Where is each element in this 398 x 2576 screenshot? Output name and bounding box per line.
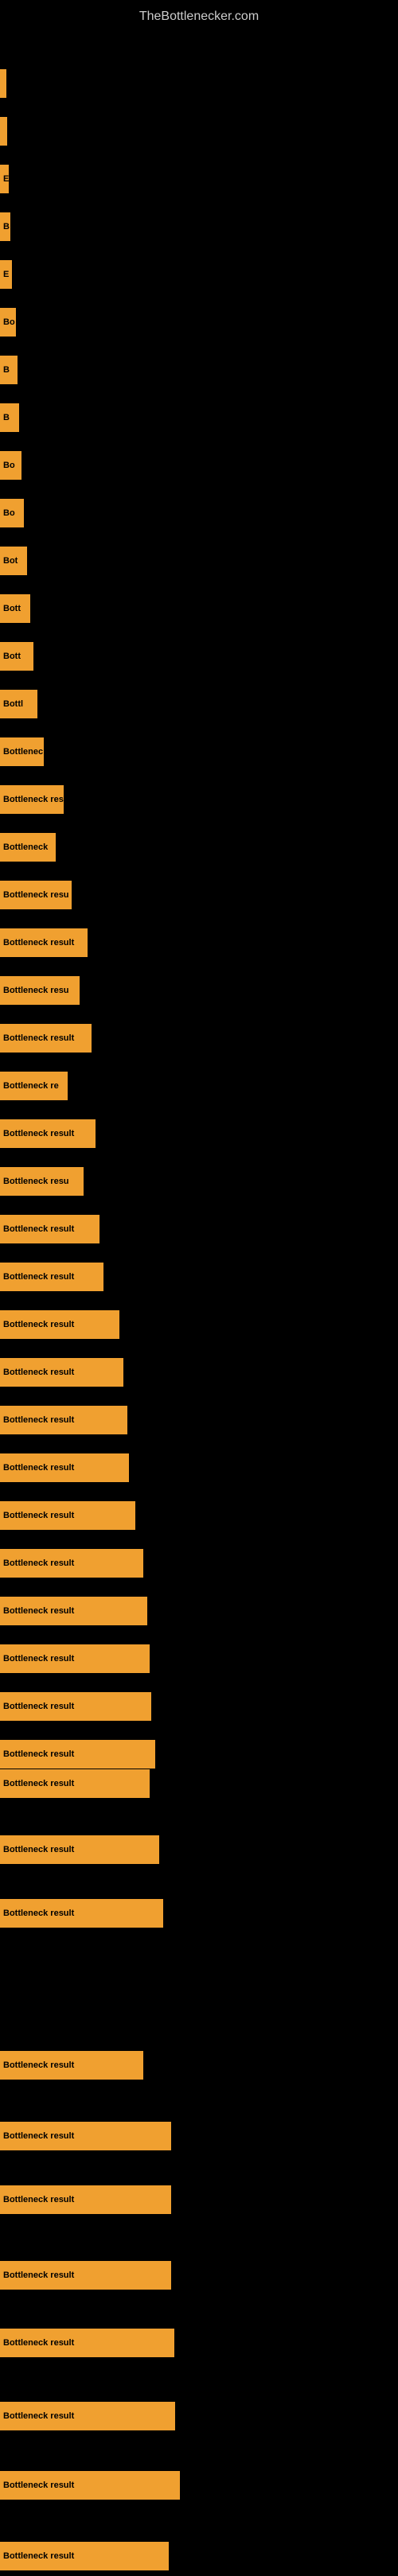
bar-row: Bottleneck result bbox=[0, 1496, 398, 1535]
bar-row bbox=[0, 64, 398, 103]
bar-row: Bott bbox=[0, 636, 398, 676]
site-title: TheBottlenecker.com bbox=[0, 3, 398, 30]
result-bar: Bottl bbox=[0, 690, 37, 718]
bar-row: B bbox=[0, 207, 398, 247]
bar-row: Bottleneck result bbox=[0, 1543, 398, 1583]
bar-row: Bottleneck result bbox=[0, 1830, 398, 1870]
result-bar: Bottleneck result bbox=[0, 1453, 129, 1482]
bar-row: E bbox=[0, 159, 398, 199]
bar-row: Bottleneck result bbox=[0, 1400, 398, 1440]
bar-row: B bbox=[0, 398, 398, 438]
bar-row: Bottleneck result bbox=[0, 2180, 398, 2220]
bar-row: Bottleneck result bbox=[0, 2465, 398, 2505]
bar-row: Bottleneck resu bbox=[0, 971, 398, 1010]
result-bar: Bottleneck res bbox=[0, 785, 64, 814]
result-bar: Bottleneck resu bbox=[0, 881, 72, 909]
result-bar: E bbox=[0, 165, 9, 193]
result-bar: Bottleneck result bbox=[0, 2122, 171, 2150]
result-bar: Bottleneck result bbox=[0, 2329, 174, 2357]
result-bar: Bottleneck result bbox=[0, 1501, 135, 1530]
result-bar: Bott bbox=[0, 594, 30, 623]
bar-row: Bottleneck result bbox=[0, 1893, 398, 1933]
result-bar: Bottleneck result bbox=[0, 1644, 150, 1673]
bar-row: Bottleneck resu bbox=[0, 1162, 398, 1201]
bar-row: Bottleneck res bbox=[0, 780, 398, 819]
bar-row: Bottlenec bbox=[0, 732, 398, 772]
result-bar: Bottleneck result bbox=[0, 2402, 175, 2430]
result-bar: Bottleneck result bbox=[0, 1358, 123, 1387]
result-bar bbox=[0, 117, 7, 146]
bar-row: B bbox=[0, 350, 398, 390]
result-bar: Bottleneck result bbox=[0, 1024, 92, 1053]
bar-row: E bbox=[0, 255, 398, 294]
bar-row: Bottleneck result bbox=[0, 1018, 398, 1058]
bar-row: Bott bbox=[0, 589, 398, 628]
result-bar: Bottleneck result bbox=[0, 2261, 171, 2290]
bar-row: Bottleneck result bbox=[0, 2116, 398, 2156]
result-bar: Bottleneck result bbox=[0, 1899, 163, 1928]
bar-row: Bottleneck result bbox=[0, 2396, 398, 2436]
bar-row: Bottleneck result bbox=[0, 2323, 398, 2363]
bar-row: Bottleneck result bbox=[0, 1639, 398, 1679]
result-bar: Bott bbox=[0, 642, 33, 671]
result-bar: Bottleneck result bbox=[0, 1549, 143, 1578]
result-bar: Bot bbox=[0, 547, 27, 575]
bar-row: Bottleneck result bbox=[0, 1114, 398, 1154]
bar-row: Bo bbox=[0, 493, 398, 533]
bar-row: Bottleneck result bbox=[0, 1591, 398, 1631]
result-bar: Bo bbox=[0, 308, 16, 337]
result-bar: Bottlenec bbox=[0, 737, 44, 766]
result-bar: Bottleneck resu bbox=[0, 1167, 84, 1196]
result-bar: Bottleneck result bbox=[0, 1119, 96, 1148]
result-bar: Bottleneck result bbox=[0, 2185, 171, 2214]
result-bar: Bottleneck result bbox=[0, 2542, 169, 2570]
result-bar: Bottleneck result bbox=[0, 928, 88, 957]
bar-row: Bottl bbox=[0, 684, 398, 724]
bar-row: Bottleneck result bbox=[0, 2045, 398, 2085]
bar-row: Bo bbox=[0, 302, 398, 342]
bar-row: Bottleneck result bbox=[0, 923, 398, 963]
bar-row: Bottleneck bbox=[0, 827, 398, 867]
result-bar: B bbox=[0, 403, 19, 432]
bar-row: Bottleneck resu bbox=[0, 875, 398, 915]
result-bar: Bottleneck bbox=[0, 833, 56, 862]
bar-row: Bottleneck result bbox=[0, 1448, 398, 1488]
bar-row: Bottleneck re bbox=[0, 1066, 398, 1106]
result-bar: Bottleneck result bbox=[0, 2051, 143, 2080]
result-bar: Bottleneck result bbox=[0, 1769, 150, 1798]
bar-row: Bottleneck result bbox=[0, 1305, 398, 1344]
result-bar: Bottleneck result bbox=[0, 1263, 103, 1291]
bar-row: Bottleneck result bbox=[0, 1257, 398, 1297]
result-bar: Bo bbox=[0, 499, 24, 527]
bar-row: Bottleneck result bbox=[0, 1687, 398, 1726]
result-bar: Bo bbox=[0, 451, 21, 480]
result-bar: E bbox=[0, 260, 12, 289]
bar-row: Bottleneck result bbox=[0, 1764, 398, 1804]
bar-row: Bottleneck result bbox=[0, 1352, 398, 1392]
bar-row: Bot bbox=[0, 541, 398, 581]
bar-row bbox=[0, 111, 398, 151]
bar-row: Bottleneck result bbox=[0, 2536, 398, 2576]
result-bar: Bottleneck result bbox=[0, 1692, 151, 1721]
bar-row: Bottleneck result bbox=[0, 1209, 398, 1249]
bar-row: Bottleneck result bbox=[0, 2255, 398, 2295]
bar-row: Bo bbox=[0, 446, 398, 485]
result-bar: Bottleneck re bbox=[0, 1072, 68, 1100]
result-bar: Bottleneck result bbox=[0, 1597, 147, 1625]
result-bar bbox=[0, 69, 6, 98]
result-bar: Bottleneck result bbox=[0, 1835, 159, 1864]
result-bar: Bottleneck result bbox=[0, 1310, 119, 1339]
result-bar: Bottleneck resu bbox=[0, 976, 80, 1005]
result-bar: B bbox=[0, 212, 10, 241]
result-bar: Bottleneck result bbox=[0, 2471, 180, 2500]
result-bar: Bottleneck result bbox=[0, 1406, 127, 1434]
result-bar: B bbox=[0, 356, 18, 384]
result-bar: Bottleneck result bbox=[0, 1215, 100, 1243]
